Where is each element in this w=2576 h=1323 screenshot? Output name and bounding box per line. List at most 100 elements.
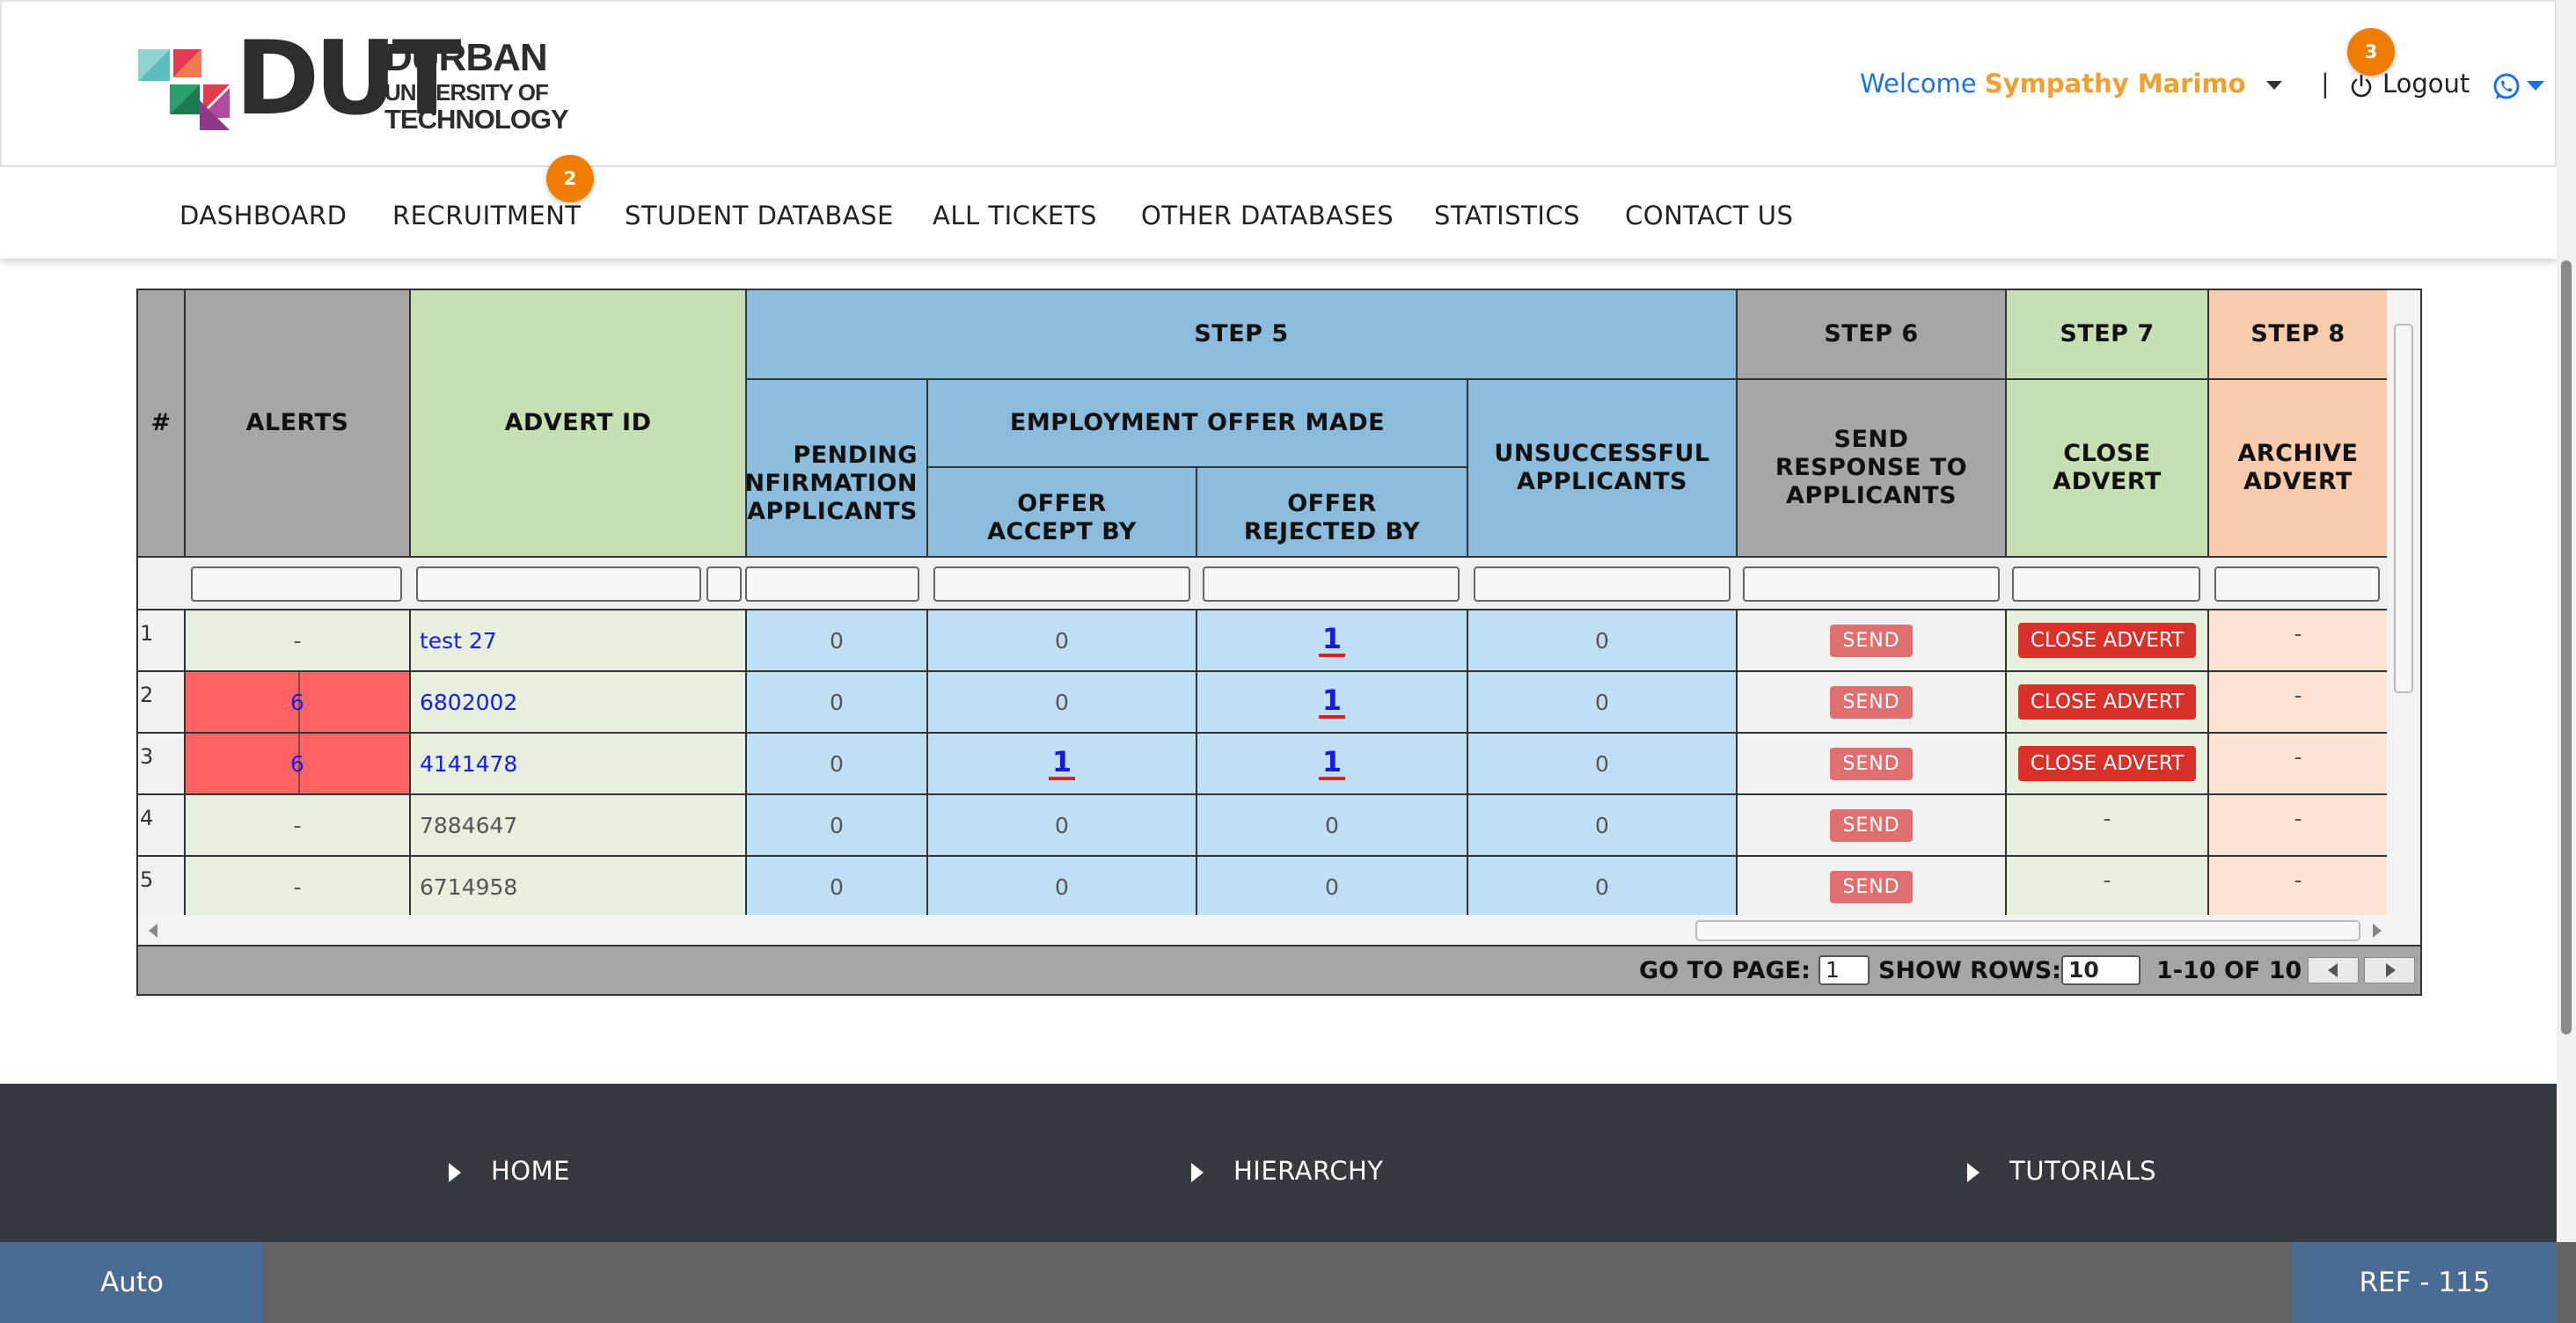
caret-right-icon xyxy=(449,1163,461,1182)
send-button[interactable]: SEND xyxy=(1830,870,1913,903)
notification-badge: 3 xyxy=(2347,28,2395,76)
filter-input-alerts[interactable] xyxy=(191,566,402,602)
logo-line-3: TECHNOLOGY xyxy=(384,104,569,135)
close-advert-text: CLOSE ADVERT xyxy=(2053,440,2162,495)
cell-accept: 0 xyxy=(928,857,1197,918)
filter-input-offer-rejected[interactable] xyxy=(1203,566,1460,602)
send-button[interactable]: SEND xyxy=(1830,808,1913,842)
cell-value: 0 xyxy=(1055,873,1069,900)
cell-advert-id: 6802002 xyxy=(411,672,747,734)
nav-item-all-tickets[interactable]: ALL TICKETS xyxy=(933,201,1097,230)
scroll-left-icon[interactable] xyxy=(149,924,157,938)
nav-item-contact-us[interactable]: CONTACT US xyxy=(1625,201,1793,230)
logout-link[interactable]: Logout xyxy=(2382,69,2470,99)
filter-input-unsuccessful[interactable] xyxy=(1474,566,1731,602)
cell-value: - xyxy=(2294,744,2302,770)
footer-link-home[interactable]: HOME xyxy=(491,1156,570,1186)
whatsapp-icon[interactable] xyxy=(2492,72,2521,102)
cell-close: CLOSE ADVERT xyxy=(2007,734,2209,795)
filter-input-pending[interactable] xyxy=(745,566,919,602)
cell-rejected: 1 xyxy=(1197,610,1468,672)
group-header-step-5: STEP 5 xyxy=(747,290,1738,380)
col-header-archive-advert[interactable]: ARCHIVE ADVERT xyxy=(2209,380,2389,558)
table-vertical-scrollbar[interactable] xyxy=(2387,290,2419,915)
cell-value: 0 xyxy=(830,689,844,715)
offer-count-link[interactable]: 1 xyxy=(1048,747,1076,780)
cell-close: - xyxy=(2007,857,2209,918)
vertical-scroll-thumb[interactable] xyxy=(2394,324,2413,693)
cell-value: - xyxy=(293,812,302,838)
user-menu-toggle[interactable]: Welcome Sympathy Marimo xyxy=(1860,69,2282,99)
advert-id-text: 7884647 xyxy=(420,812,518,838)
cell-pending: 0 xyxy=(747,795,928,857)
close-advert-button[interactable]: CLOSE ADVERT xyxy=(2017,623,2197,658)
col-header-pending-confirmation[interactable]: PENDING CONFIRMATION APPLICANTS xyxy=(747,380,928,558)
nav-item-statistics[interactable]: STATISTICS xyxy=(1434,201,1580,230)
scroll-right-icon[interactable] xyxy=(2373,924,2382,938)
cell-value: 2 xyxy=(140,683,154,707)
offer-count-link[interactable]: 1 xyxy=(1318,685,1346,719)
col-header-offer-rejected-by[interactable]: OFFER REJECTED BY xyxy=(1197,468,1468,558)
alert-count-link[interactable]: 6 xyxy=(290,690,304,715)
offer-count-link[interactable]: 1 xyxy=(1318,624,1346,657)
col-header-offer-accept-by[interactable]: OFFER ACCEPT BY xyxy=(928,468,1197,558)
col-header-advert-id[interactable]: ADVERT ID xyxy=(411,290,747,558)
filter-input-close-advert[interactable] xyxy=(2012,566,2200,602)
filter-input-archive-advert[interactable] xyxy=(2214,566,2380,602)
col-header-close-advert[interactable]: CLOSE ADVERT xyxy=(2007,380,2209,558)
col-header-unsuccessful[interactable]: UNSUCCESSFUL APPLICANTS xyxy=(1468,380,1738,558)
alert-count-link[interactable]: 6 xyxy=(290,751,304,777)
cell-unsuccessful: 0 xyxy=(1468,857,1738,918)
send-button[interactable]: SEND xyxy=(1830,685,1913,719)
nav-item-recruitment[interactable]: RECRUITMENT xyxy=(392,201,582,230)
notifications-chevron-icon[interactable] xyxy=(2527,81,2544,91)
cell-value: 1 xyxy=(140,621,154,646)
page-scroll-thumb[interactable] xyxy=(2561,260,2572,1034)
nav-item-dashboard[interactable]: DASHBOARD xyxy=(179,201,347,230)
footer-link-tutorials[interactable]: TUTORIALS xyxy=(2009,1156,2156,1186)
cell-num: 2 xyxy=(138,672,186,734)
next-page-button[interactable] xyxy=(2364,957,2415,983)
filter-row xyxy=(138,558,2389,610)
col-header-alerts[interactable]: ALERTS xyxy=(186,290,411,558)
footer-link-hierarchy[interactable]: HIERARCHY xyxy=(1233,1156,1383,1186)
col-header-number: # xyxy=(138,290,186,558)
auto-button[interactable]: Auto xyxy=(0,1242,264,1323)
send-button[interactable]: SEND xyxy=(1830,624,1913,657)
horizontal-scroll-thumb[interactable] xyxy=(1695,920,2360,941)
table-horizontal-scrollbar[interactable] xyxy=(138,915,2420,945)
filter-input-offer-accept[interactable] xyxy=(933,566,1190,602)
user-bar: Welcome Sympathy Marimo | Logout xyxy=(1763,2,2555,169)
cell-send: SEND xyxy=(1738,734,2007,795)
advert-id-link[interactable]: 6802002 xyxy=(420,690,517,715)
goto-page-input[interactable]: 1 xyxy=(1819,955,1870,985)
filter-clear-button[interactable] xyxy=(706,566,742,602)
cell-accept: 0 xyxy=(928,610,1197,672)
nav-item-student-database[interactable]: STUDENT DATABASE xyxy=(625,201,894,230)
close-advert-button[interactable]: CLOSE ADVERT xyxy=(2017,684,2197,720)
cell-archive: - xyxy=(2209,795,2389,857)
dut-logo[interactable]: DUT DURBAN UNIVERSITY OF TECHNOLOGY xyxy=(138,28,569,135)
filter-input-advert-id[interactable] xyxy=(416,566,701,602)
col-header-send-response[interactable]: SEND RESPONSE TO APPLICANTS xyxy=(1738,380,2007,558)
prev-page-button[interactable] xyxy=(2308,957,2359,983)
ref-label: REF - 115 xyxy=(2293,1242,2557,1323)
cell-value: - xyxy=(2294,806,2302,831)
show-rows-select[interactable]: 10 xyxy=(2061,955,2141,985)
show-rows-label: SHOW ROWS: xyxy=(1878,957,2061,984)
cell-num: 4 xyxy=(138,795,186,857)
send-button[interactable]: SEND xyxy=(1830,747,1913,780)
caret-right-icon xyxy=(2386,963,2396,977)
close-advert-button[interactable]: CLOSE ADVERT xyxy=(2017,746,2197,781)
cell-rejected: 1 xyxy=(1197,734,1468,795)
advert-id-link[interactable]: test 27 xyxy=(420,628,497,654)
cell-value: 0 xyxy=(830,812,844,838)
cell-value: 0 xyxy=(830,873,844,900)
filter-input-send-response[interactable] xyxy=(1743,566,2000,602)
nav-item-other-databases[interactable]: OTHER DATABASES xyxy=(1141,201,1394,230)
logo-triangles-icon xyxy=(138,49,230,130)
offer-count-link[interactable]: 1 xyxy=(1318,747,1346,780)
page-vertical-scrollbar[interactable] xyxy=(2557,0,2576,1242)
advert-id-link[interactable]: 4141478 xyxy=(420,751,517,777)
alert-divider xyxy=(298,734,300,795)
